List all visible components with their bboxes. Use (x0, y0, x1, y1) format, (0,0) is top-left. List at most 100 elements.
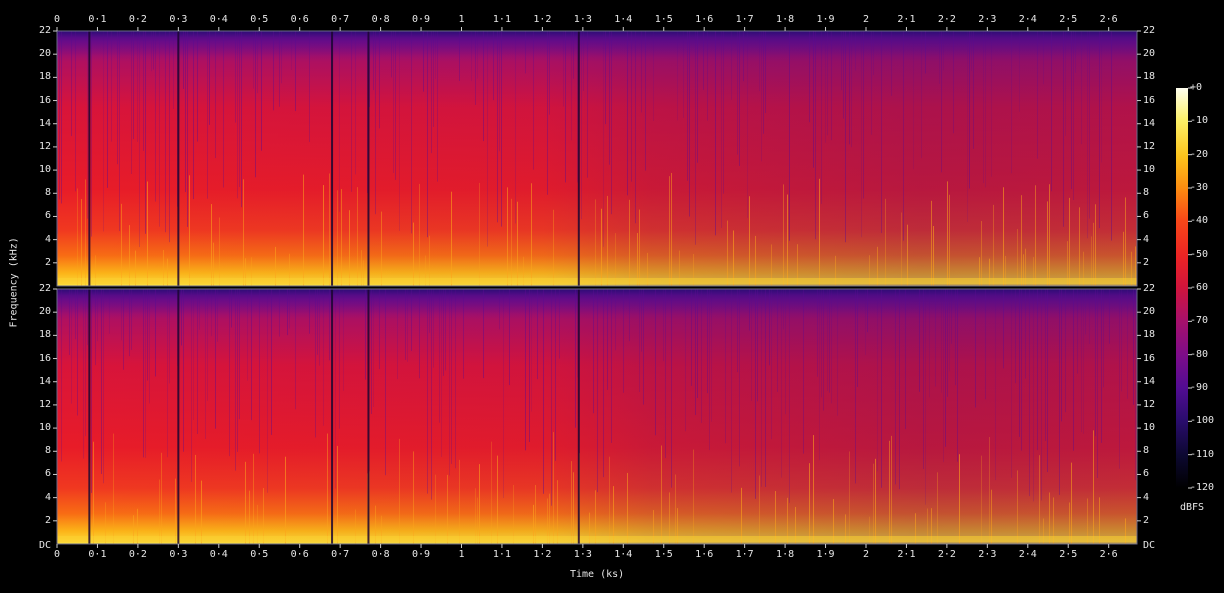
x-tick-label-top: 2 (862, 14, 869, 25)
x-tick-label-top: 2·2 (937, 14, 956, 25)
channel-1-top-fade (57, 31, 1137, 57)
x-tick-label-bottom: 0·2 (128, 549, 147, 560)
channel-2-low-band (57, 536, 1137, 542)
x-tick-label-bottom: 1 (458, 549, 465, 560)
x-tick-label-top: 0·5 (250, 14, 269, 25)
x-tick-label-top: 0·1 (88, 14, 107, 25)
x-tick-label-top: 1·3 (573, 14, 592, 25)
x-tick-label-top: 0·9 (412, 14, 431, 25)
x-tick-label-top: 1·5 (654, 14, 673, 25)
y-tick-label: 8 (44, 445, 51, 457)
silence-line (331, 289, 334, 544)
y-tick-label: 12 (38, 140, 51, 152)
y-tick-label: 10 (38, 422, 51, 434)
y-tick-label: 18 (1143, 71, 1156, 83)
y-tick-label: 4 (1143, 233, 1150, 245)
colorbar-tick-label: -20 (1190, 148, 1209, 160)
x-axis-title: Time (ks) (570, 569, 625, 580)
channel-1-low-band (57, 278, 1137, 284)
y-tick-label: 18 (1143, 329, 1156, 341)
y-tick-label: 8 (44, 187, 51, 199)
y-tick-label: 12 (1143, 398, 1156, 410)
x-tick-label-top: 1·4 (614, 14, 633, 25)
x-tick-label-top: 1·7 (735, 14, 754, 25)
x-tick-label-bottom: 2·2 (937, 549, 956, 560)
y-tick-label: 6 (44, 210, 51, 222)
y-tick-label: 14 (1143, 375, 1156, 387)
y-tick-label: 14 (38, 375, 51, 387)
x-tick-label-bottom: 0 (53, 549, 61, 560)
y-tick-label: 20 (38, 48, 51, 60)
colorbar-tick-label: -10 (1190, 115, 1209, 127)
y-tick-label: 2 (44, 256, 51, 268)
colorbar-tick-label: -70 (1190, 315, 1209, 327)
x-tick-label-bottom: 2·1 (897, 549, 916, 560)
x-tick-label-top: 1·2 (533, 14, 552, 25)
x-tick-label-top: 2·1 (897, 14, 916, 25)
y-tick-label: 12 (38, 398, 51, 410)
x-tick-label-top: 2·5 (1059, 14, 1078, 25)
x-tick-label-bottom: 1·3 (573, 549, 592, 560)
y-tick-label: 2 (1143, 514, 1150, 526)
y-axis-title: Frequency (kHz) (8, 237, 20, 328)
y-tick-label: 4 (1143, 491, 1150, 503)
y-tick-label: 22 (38, 25, 51, 36)
x-tick-label-bottom: 0·6 (290, 549, 309, 560)
x-tick-label-bottom: 0·4 (209, 549, 228, 560)
y-tick-label: 20 (1143, 306, 1156, 318)
x-tick-label-bottom: 1·8 (776, 549, 795, 560)
x-tick-label-top: 0·8 (371, 14, 390, 25)
x-tick-label-bottom: 2·4 (1018, 549, 1037, 560)
y-tick-label: 16 (1143, 352, 1156, 364)
silence-line (88, 31, 91, 286)
y-tick-label: 22 (1143, 25, 1156, 36)
y-tick-label: 20 (38, 306, 51, 318)
y-tick-label: 18 (38, 329, 51, 341)
y-tick-label: 8 (1143, 187, 1150, 199)
x-tick-label-top: 2·4 (1018, 14, 1037, 25)
x-tick-label-bottom: 2·5 (1059, 549, 1078, 560)
x-tick-label-bottom: 0·3 (169, 549, 188, 560)
colorbar-gradient (1176, 88, 1188, 488)
x-tick-label-bottom: 0·5 (250, 549, 269, 560)
silence-line (177, 31, 180, 286)
y-tick-label: 10 (1143, 164, 1156, 176)
y-tick-label: 6 (1143, 210, 1150, 222)
spectrogram-chart: Time (ks) Frequency (kHz) dBFS 22 22 20 20 1… (0, 0, 1224, 593)
x-tick-label-top: 2·3 (978, 14, 997, 25)
colorbar-tick-label: -40 (1190, 215, 1209, 227)
x-tick-label-top: 1 (458, 14, 465, 25)
x-tick-label-top: 1·1 (492, 14, 511, 25)
y-tick-label: 22 (1143, 283, 1156, 294)
x-tick-label-top: 0·2 (128, 14, 147, 25)
silence-line (367, 31, 370, 286)
silence-line (331, 31, 334, 286)
y-tick-label: 2 (44, 514, 51, 526)
y-tick-label: 22 (38, 283, 51, 294)
x-tick-label-top: 1·6 (695, 14, 714, 25)
y-tick-label: 4 (44, 491, 51, 503)
y-tick-label-dc: DC (38, 540, 51, 551)
x-tick-label-bottom: 2 (862, 549, 869, 560)
spectrogram-svg (53, 27, 1192, 548)
y-tick-label: 16 (38, 352, 51, 364)
silence-line (367, 289, 370, 544)
y-tick-label: 10 (1143, 422, 1156, 434)
y-tick-label: 8 (1143, 445, 1150, 457)
x-tick-label-bottom: 0·1 (88, 549, 107, 560)
x-tick-label-bottom: 2·3 (978, 549, 997, 560)
y-tick-label: 4 (44, 233, 51, 245)
y-tick-label: 14 (38, 117, 51, 129)
colorbar-tick-label: -100 (1190, 415, 1215, 427)
colorbar-tick-label: -30 (1190, 182, 1209, 193)
y-tick-label: 20 (1143, 48, 1156, 60)
x-tick-label-bottom: 1·2 (533, 549, 552, 560)
x-tick-label-bottom: 1·9 (816, 549, 835, 560)
x-tick-label-bottom: 1·6 (695, 549, 714, 560)
y-tick-label-dc: DC (1143, 540, 1156, 551)
silence-line (88, 289, 91, 544)
x-tick-label-bottom: 0·7 (331, 549, 350, 560)
silence-line (577, 31, 580, 286)
colorbar-tick-label: -60 (1190, 282, 1209, 293)
colorbar-tick-label: -50 (1190, 248, 1209, 260)
